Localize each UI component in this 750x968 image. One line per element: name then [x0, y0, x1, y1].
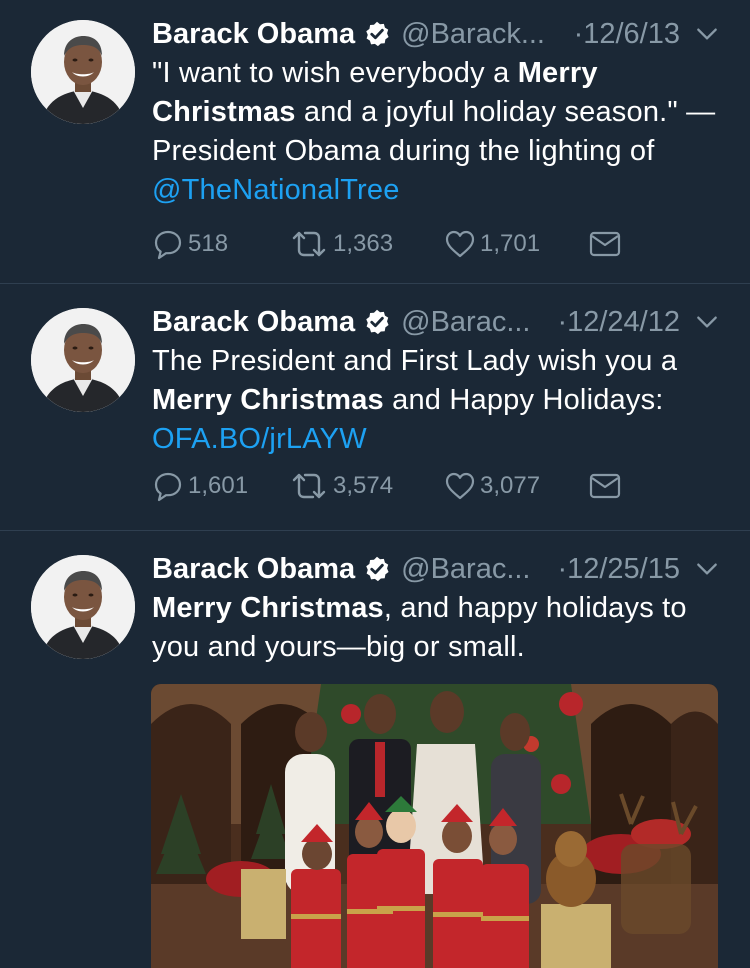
tweet-text-bold: Merry Christmas — [152, 592, 384, 624]
reply-icon — [152, 470, 184, 502]
verified-badge-icon — [363, 555, 391, 583]
tweet-text-part: and Happy Holidays: — [383, 384, 664, 416]
like-icon — [444, 470, 476, 502]
verified-badge-icon — [363, 308, 391, 336]
timeline: Barack Obama @Barack... ·12/6/13 "I want… — [0, 0, 750, 968]
tweet-header: Barack Obama @Barack... ·12/6/13 — [152, 14, 720, 54]
reply-button[interactable]: 1,601 — [152, 470, 289, 502]
tweet-text: Merry Christmas, and happy holidays to y… — [152, 589, 720, 667]
tweet-header: Barack Obama @Barac... ·12/24/12 — [152, 302, 720, 342]
retweet-button[interactable]: 1,363 — [289, 228, 444, 260]
verified-badge-icon — [363, 20, 391, 48]
direct-message-button[interactable] — [589, 472, 621, 500]
tweet-header: Barack Obama @Barac... ·12/25/15 — [152, 549, 720, 589]
avatar[interactable] — [31, 20, 135, 124]
like-count: 3,077 — [480, 472, 541, 499]
tweet-content: Barack Obama @Barac... ·12/24/12 The Pre… — [152, 302, 720, 459]
like-button[interactable]: 1,701 — [444, 228, 589, 260]
chevron-down-icon[interactable] — [694, 309, 720, 335]
retweet-count: 1,363 — [333, 230, 394, 257]
reply-icon — [152, 228, 184, 260]
url-link[interactable]: OFA.BO/jrLAYW — [152, 423, 367, 455]
tweet-text-part: "I want to wish everybody a — [152, 57, 518, 89]
avatar[interactable] — [31, 555, 135, 659]
author-name[interactable]: Barack Obama — [152, 306, 355, 339]
tweet-content: Barack Obama @Barac... ·12/25/15 Merry C… — [152, 549, 720, 667]
tweet-photo[interactable] — [151, 684, 718, 968]
chevron-down-icon[interactable] — [694, 556, 720, 582]
tweet[interactable]: Barack Obama @Barack... ·12/6/13 "I want… — [0, 0, 750, 284]
tweet-date[interactable]: ·12/24/12 — [557, 306, 680, 339]
tweet[interactable]: Barack Obama @Barac... ·12/24/12 The Pre… — [0, 284, 750, 531]
direct-message-icon — [589, 230, 621, 258]
reply-count: 1,601 — [188, 472, 249, 499]
like-button[interactable]: 3,077 — [444, 470, 589, 502]
tweet-text-bold: Merry Christmas — [152, 384, 384, 416]
author-handle[interactable]: @Barack... — [401, 18, 545, 51]
avatar[interactable] — [31, 308, 135, 412]
retweet-icon — [289, 470, 329, 502]
tweet-content: Barack Obama @Barack... ·12/6/13 "I want… — [152, 14, 720, 210]
like-count: 1,701 — [480, 230, 541, 257]
tweet-actions: 518 1,363 1,701 — [152, 228, 621, 260]
retweet-button[interactable]: 3,574 — [289, 470, 444, 502]
direct-message-icon — [589, 472, 621, 500]
tweet-date[interactable]: ·12/6/13 — [574, 18, 680, 51]
mention-link[interactable]: @TheNationalTree — [152, 174, 400, 206]
author-name[interactable]: Barack Obama — [152, 553, 355, 586]
tweet-date[interactable]: ·12/25/15 — [557, 553, 680, 586]
tweet-text: "I want to wish everybody a Merry Christ… — [152, 54, 720, 210]
author-name[interactable]: Barack Obama — [152, 18, 355, 51]
retweet-count: 3,574 — [333, 472, 394, 499]
like-icon — [444, 228, 476, 260]
reply-button[interactable]: 518 — [152, 228, 289, 260]
tweet-text-part: The President and First Lady wish you a — [152, 345, 678, 377]
author-handle[interactable]: @Barac... — [401, 306, 530, 339]
tweet-text: The President and First Lady wish you a … — [152, 342, 720, 459]
direct-message-button[interactable] — [589, 230, 621, 258]
tweet-actions: 1,601 3,574 3,077 — [152, 470, 621, 502]
author-handle[interactable]: @Barac... — [401, 553, 530, 586]
reply-count: 518 — [188, 230, 229, 257]
family-holiday-photo — [151, 684, 718, 968]
retweet-icon — [289, 228, 329, 260]
tweet[interactable]: Barack Obama @Barac... ·12/25/15 Merry C… — [0, 531, 750, 968]
chevron-down-icon[interactable] — [694, 21, 720, 47]
